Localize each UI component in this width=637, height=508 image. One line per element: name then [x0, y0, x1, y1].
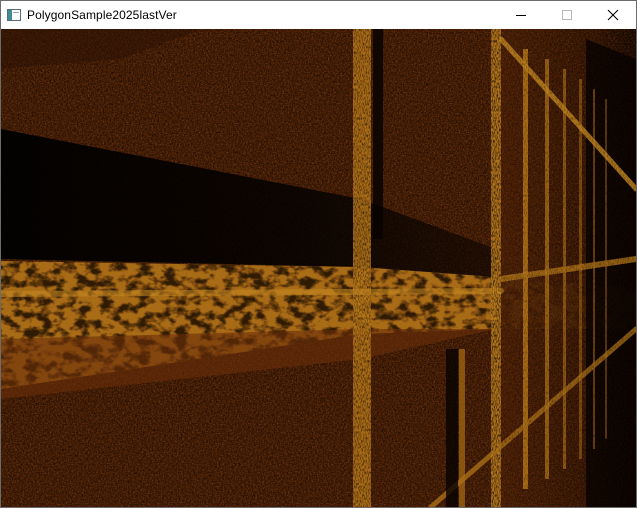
pillar-left-texture [353, 29, 371, 507]
pillar-gap [373, 29, 383, 239]
beam-grain [491, 29, 636, 507]
lower-dark-pillar [446, 349, 458, 507]
maximize-button[interactable] [544, 1, 590, 29]
lower-gold-edge [459, 349, 465, 507]
minimize-button[interactable] [498, 1, 544, 29]
render-viewport[interactable] [1, 29, 636, 507]
close-icon [607, 9, 619, 21]
app-window-icon [6, 7, 22, 23]
title-bar[interactable]: PolygonSample2025lastVer [1, 1, 636, 29]
window-title: PolygonSample2025lastVer [27, 8, 177, 22]
window-controls [498, 1, 636, 29]
minimize-icon [516, 15, 526, 16]
close-button[interactable] [590, 1, 636, 29]
application-window: PolygonSample2025lastVer [0, 0, 637, 508]
maximize-icon [562, 10, 572, 20]
scene-canvas [1, 29, 636, 507]
